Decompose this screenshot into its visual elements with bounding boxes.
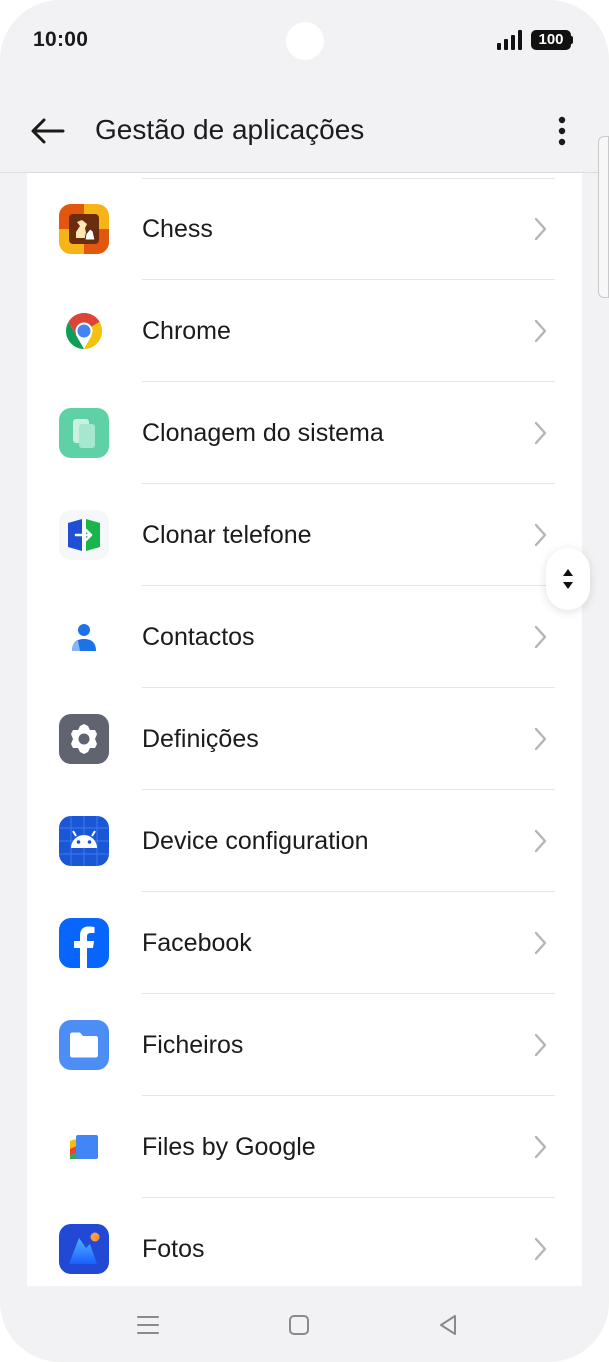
back-triangle-icon xyxy=(440,1315,456,1335)
app-label: Chess xyxy=(142,215,213,243)
app-row-device-configuration[interactable]: Device configuration xyxy=(27,790,582,892)
app-label: Definições xyxy=(142,725,259,753)
clone-phone-icon xyxy=(59,510,109,560)
back-button[interactable] xyxy=(24,107,72,155)
recent-apps-button[interactable] xyxy=(130,1307,166,1343)
app-row-chess[interactable]: Chess xyxy=(27,178,582,280)
back-arrow-icon xyxy=(31,118,65,144)
battery-level: 100 xyxy=(538,31,564,48)
chevron-right-icon xyxy=(534,523,547,547)
app-row-files-by-google[interactable]: Files by Google xyxy=(27,1096,582,1198)
app-list: Chess Chrome Clonagem do sistema Clonar … xyxy=(27,173,582,1286)
app-label: Files by Google xyxy=(142,1133,316,1161)
more-vert-icon xyxy=(558,116,566,146)
chrome-icon xyxy=(59,306,109,356)
battery-tip xyxy=(570,36,573,44)
chevron-right-icon xyxy=(534,829,547,853)
app-row-ficheiros[interactable]: Ficheiros xyxy=(27,994,582,1096)
signal-strength-icon xyxy=(497,30,522,50)
menu-lines-icon xyxy=(137,1316,159,1334)
scroll-up-down-icon xyxy=(563,569,573,589)
chevron-right-icon xyxy=(534,931,547,955)
app-row-clonagem-do-sistema[interactable]: Clonagem do sistema xyxy=(27,382,582,484)
app-row-clonar-telefone[interactable]: Clonar telefone xyxy=(27,484,582,586)
fast-scroll-handle[interactable] xyxy=(546,548,590,610)
app-label: Facebook xyxy=(142,929,252,957)
app-row-facebook[interactable]: Facebook xyxy=(27,892,582,994)
android-icon xyxy=(59,816,109,866)
chevron-right-icon xyxy=(534,625,547,649)
chevron-right-icon xyxy=(534,727,547,751)
front-camera-cutout xyxy=(286,22,324,60)
app-label: Clonar telefone xyxy=(142,521,312,549)
system-nav-bar xyxy=(0,1287,609,1362)
page-title: Gestão de aplicações xyxy=(95,114,365,145)
app-label: Ficheiros xyxy=(142,1031,244,1059)
chevron-right-icon xyxy=(534,319,547,343)
status-bar: 10:00 100 xyxy=(0,0,609,80)
files-by-google-icon xyxy=(59,1122,109,1172)
photos-icon xyxy=(59,1224,109,1274)
page-scrollbar[interactable] xyxy=(598,136,609,298)
app-header: Gestão de aplicações xyxy=(0,95,609,170)
phone-screen: 10:00 100 Gestão de aplicações Chess Chr… xyxy=(0,0,609,1362)
settings-gear-icon xyxy=(59,714,109,764)
home-square-icon xyxy=(289,1315,309,1335)
app-label: Device configuration xyxy=(142,827,369,855)
battery-icon: 100 xyxy=(531,30,571,50)
app-row-chrome[interactable]: Chrome xyxy=(27,280,582,382)
app-row-contactos[interactable]: Contactos xyxy=(27,586,582,688)
system-clone-icon xyxy=(59,408,109,458)
app-label: Contactos xyxy=(142,623,255,651)
chevron-right-icon xyxy=(534,1033,547,1057)
chevron-right-icon xyxy=(534,421,547,445)
chevron-right-icon xyxy=(534,1135,547,1159)
chevron-right-icon xyxy=(534,217,547,241)
status-time: 10:00 xyxy=(33,28,89,51)
chess-icon xyxy=(59,204,109,254)
more-options-button[interactable] xyxy=(540,107,584,155)
contacts-icon xyxy=(59,612,109,662)
facebook-icon xyxy=(59,918,109,968)
home-button[interactable] xyxy=(281,1307,317,1343)
chevron-right-icon xyxy=(534,1237,547,1261)
app-row-definicoes[interactable]: Definições xyxy=(27,688,582,790)
folder-icon xyxy=(59,1020,109,1070)
app-label: Clonagem do sistema xyxy=(142,419,384,447)
back-nav-button[interactable] xyxy=(430,1307,466,1343)
app-label: Fotos xyxy=(142,1235,205,1263)
app-label: Chrome xyxy=(142,317,231,345)
app-row-fotos[interactable]: Fotos xyxy=(27,1198,582,1286)
